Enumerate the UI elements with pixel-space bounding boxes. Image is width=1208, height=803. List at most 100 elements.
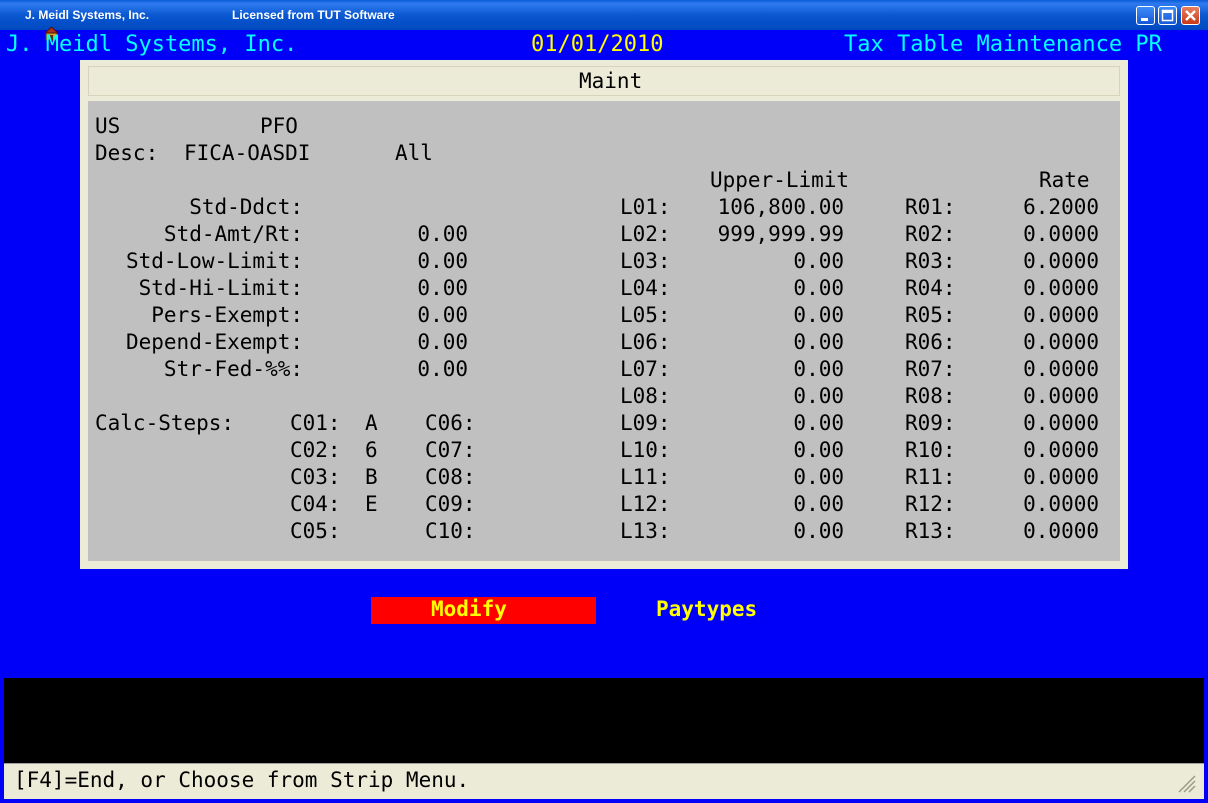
maximize-icon bbox=[1161, 9, 1174, 22]
calc-step-label: C03: bbox=[290, 465, 341, 489]
rate-value[interactable]: 0.0000 bbox=[1023, 330, 1099, 354]
rate-value[interactable]: 0.0000 bbox=[1023, 438, 1099, 462]
desc-scope: All bbox=[395, 141, 433, 165]
limit-value[interactable]: 0.00 bbox=[793, 357, 844, 381]
limit-value[interactable]: 0.00 bbox=[793, 303, 844, 327]
limit-value[interactable]: 0.00 bbox=[793, 330, 844, 354]
calc-step-label: C05: bbox=[290, 519, 341, 543]
field-value[interactable]: 0.00 bbox=[417, 357, 468, 381]
rate-label: R05: bbox=[905, 303, 956, 327]
state-code: US bbox=[95, 114, 121, 138]
rate-value[interactable]: 0.0000 bbox=[1023, 276, 1099, 300]
header-date: 01/01/2010 bbox=[531, 32, 664, 57]
field-label: Std-Hi-Limit: bbox=[138, 276, 303, 300]
calc-steps-label: Calc-Steps: bbox=[95, 411, 235, 435]
calc-step-value[interactable]: 6 bbox=[365, 438, 378, 462]
rate-label: R04: bbox=[905, 276, 956, 300]
rate-value[interactable]: 0.0000 bbox=[1023, 249, 1099, 273]
rate-label: R01: bbox=[905, 195, 956, 219]
field-label: Std-Low-Limit: bbox=[125, 249, 303, 273]
calc-step-label: C08: bbox=[425, 465, 476, 489]
rate-label: R13: bbox=[905, 519, 956, 543]
limit-value[interactable]: 0.00 bbox=[793, 492, 844, 516]
window-title-company: J. Meidl Systems, Inc. bbox=[25, 8, 150, 22]
maximize-button[interactable] bbox=[1158, 6, 1177, 25]
limit-label: L13: bbox=[620, 519, 671, 543]
rate-value[interactable]: 0.0000 bbox=[1023, 384, 1099, 408]
field-label: Str-Fed-%%: bbox=[163, 357, 303, 381]
rate-value[interactable]: 0.0000 bbox=[1023, 519, 1099, 543]
limit-label: L03: bbox=[620, 249, 671, 273]
rate-label: R07: bbox=[905, 357, 956, 381]
limit-label: L10: bbox=[620, 438, 671, 462]
limit-value[interactable]: 0.00 bbox=[793, 438, 844, 462]
rate-value[interactable]: 6.2000 bbox=[1023, 195, 1099, 219]
minimize-button[interactable] bbox=[1136, 6, 1155, 25]
limit-label: L11: bbox=[620, 465, 671, 489]
field-value[interactable]: 0.00 bbox=[417, 222, 468, 246]
rate-value[interactable]: 0.0000 bbox=[1023, 465, 1099, 489]
limit-label: L01: bbox=[620, 195, 671, 219]
calc-step-label: C01: bbox=[290, 411, 341, 435]
rate-header: Rate bbox=[1039, 168, 1090, 192]
calc-step-label: C06: bbox=[425, 411, 476, 435]
rate-value[interactable]: 0.0000 bbox=[1023, 492, 1099, 516]
field-label: Std-Amt/Rt: bbox=[163, 222, 303, 246]
limit-label: L05: bbox=[620, 303, 671, 327]
limit-label: L02: bbox=[620, 222, 671, 246]
window-title-bar[interactable]: J. Meidl Systems, Inc. Licensed from TUT… bbox=[0, 0, 1208, 41]
rate-value[interactable]: 0.0000 bbox=[1023, 222, 1099, 246]
close-button[interactable] bbox=[1181, 6, 1200, 25]
limit-label: L07: bbox=[620, 357, 671, 381]
panel-title-bar: Maint bbox=[88, 66, 1120, 96]
limit-value[interactable]: 0.00 bbox=[793, 519, 844, 543]
header-company: J. Meidl Systems, Inc. bbox=[6, 32, 298, 57]
rate-value[interactable]: 0.0000 bbox=[1023, 303, 1099, 327]
upper-limit-header: Upper-Limit bbox=[710, 168, 850, 192]
rate-label: R09: bbox=[905, 411, 956, 435]
window-title-license: Licensed from TUT Software bbox=[232, 8, 395, 22]
field-value[interactable]: 0.00 bbox=[417, 276, 468, 300]
menu-item-paytypes-label: Paytypes bbox=[656, 597, 758, 621]
rate-label: R02: bbox=[905, 222, 956, 246]
calc-step-value[interactable]: B bbox=[365, 465, 378, 489]
limit-label: L06: bbox=[620, 330, 671, 354]
limit-value[interactable]: 0.00 bbox=[793, 411, 844, 435]
desc-value[interactable]: FICA-OASDI bbox=[184, 141, 310, 165]
rate-label: R03: bbox=[905, 249, 956, 273]
status-bar: [F4]=End, or Choose from Strip Menu. bbox=[4, 763, 1204, 799]
limit-value[interactable]: 0.00 bbox=[793, 465, 844, 489]
limit-value[interactable]: 106,800.00 bbox=[718, 195, 844, 219]
field-label: Depend-Exempt: bbox=[125, 330, 303, 354]
desc-label: Desc: bbox=[95, 141, 159, 165]
rate-label: R11: bbox=[905, 465, 956, 489]
field-value[interactable]: 0.00 bbox=[417, 303, 468, 327]
limit-value[interactable]: 0.00 bbox=[793, 276, 844, 300]
calc-step-value[interactable]: A bbox=[365, 411, 378, 435]
calc-step-label: C07: bbox=[425, 438, 476, 462]
resize-grip-icon[interactable] bbox=[1174, 771, 1196, 793]
close-icon bbox=[1185, 10, 1196, 21]
rate-label: R08: bbox=[905, 384, 956, 408]
menu-item-modify[interactable]: Modify bbox=[371, 597, 596, 624]
calc-step-label: C09: bbox=[425, 492, 476, 516]
calc-step-value[interactable]: E bbox=[365, 492, 378, 516]
rate-label: R10: bbox=[905, 438, 956, 462]
header-module: Tax Table Maintenance PR bbox=[844, 32, 1162, 57]
limit-label: L04: bbox=[620, 276, 671, 300]
limit-label: L09: bbox=[620, 411, 671, 435]
rate-value[interactable]: 0.0000 bbox=[1023, 411, 1099, 435]
app-icon[interactable] bbox=[6, 7, 59, 41]
rate-value[interactable]: 0.0000 bbox=[1023, 357, 1099, 381]
limit-value[interactable]: 999,999.99 bbox=[718, 222, 844, 246]
limit-label: L12: bbox=[620, 492, 671, 516]
field-value[interactable]: 0.00 bbox=[417, 330, 468, 354]
limit-value[interactable]: 0.00 bbox=[793, 384, 844, 408]
calc-step-label: C02: bbox=[290, 438, 341, 462]
limit-value[interactable]: 0.00 bbox=[793, 249, 844, 273]
status-text: [F4]=End, or Choose from Strip Menu. bbox=[14, 768, 470, 792]
field-value[interactable]: 0.00 bbox=[417, 249, 468, 273]
field-label: Std-Ddct: bbox=[189, 195, 303, 219]
rate-label: R12: bbox=[905, 492, 956, 516]
menu-item-paytypes[interactable]: Paytypes bbox=[650, 597, 785, 624]
